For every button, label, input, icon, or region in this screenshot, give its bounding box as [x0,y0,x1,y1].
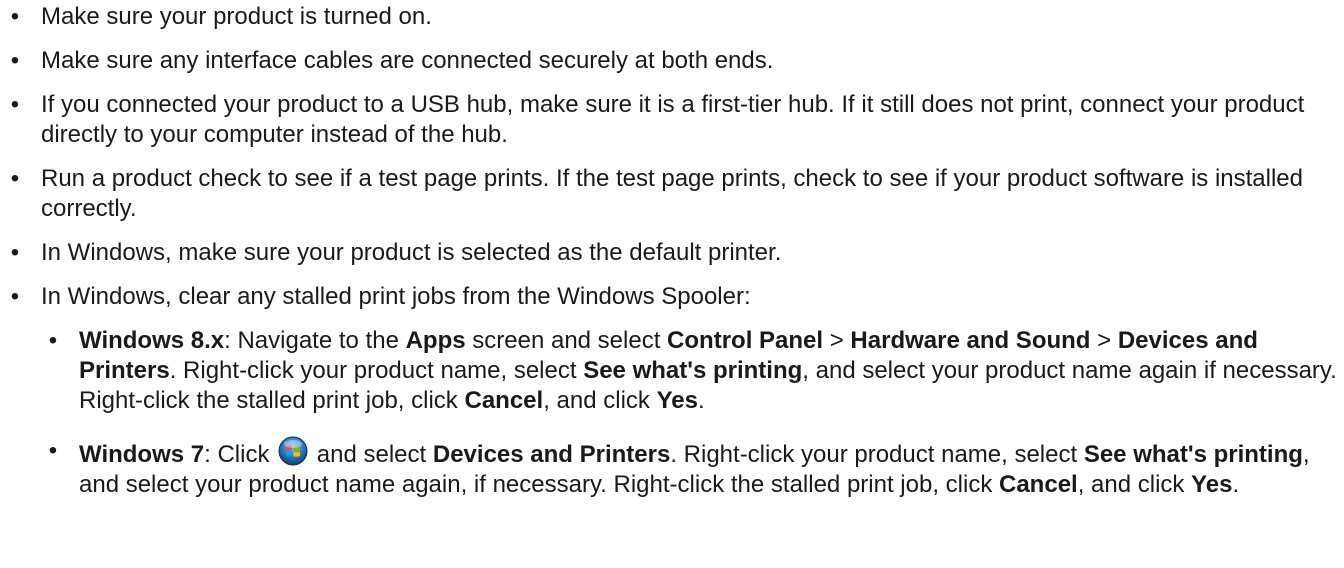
troubleshooting-list: • Make sure your product is turned on. •… [0,2,1344,500]
path-separator: > [823,327,851,354]
list-item-text: In Windows, clear any stalled print jobs… [41,283,751,310]
text-run: . Right-click your product name, select [169,357,584,384]
list-item: • If you connected your product to a USB… [0,90,1344,150]
text-run: , and click [1077,471,1192,498]
cancel-label: Cancel [464,387,544,414]
list-item: • In Windows, make sure your product is … [0,238,1344,268]
sublist-item-windows-8: • Windows 8.x: Navigate to the Apps scre… [41,326,1344,416]
text-run: . [697,387,705,414]
bullet: • [10,3,20,30]
os-label: Windows 7 [79,441,205,468]
cancel-label: Cancel [999,471,1078,498]
bullet: • [10,91,20,118]
yes-label: Yes [1191,471,1233,498]
os-label: Windows 8.x [79,327,225,354]
sublist-item-windows-7: • Windows 7: Click and select Devices an… [41,436,1344,500]
control-panel-label: Control Panel [667,327,824,354]
text-run: : Click [204,441,277,468]
windows-start-orb-icon [278,436,308,466]
list-item-text: Run a product check to see if a test pag… [41,165,1304,222]
list-item: • Make sure any interface cables are con… [0,46,1344,76]
see-printing-label: See what's printing [583,357,803,384]
bullet: • [48,437,58,464]
text-run: : Navigate to the [224,327,406,354]
text-run: . Right-click your product name, select [670,441,1084,468]
see-printing-label: See what's printing [1083,441,1303,468]
bullet: • [10,283,20,310]
list-item-text: Make sure any interface cables are conne… [41,47,774,74]
text-run: . [1232,471,1240,498]
list-item: • Make sure your product is turned on. [0,2,1344,32]
list-item-text: If you connected your product to a USB h… [41,91,1305,148]
path-separator: > [1090,327,1118,354]
devices-printers-label: Devices and Printers [432,441,671,468]
bullet: • [48,327,58,354]
bullet: • [10,239,20,266]
bullet: • [10,165,20,192]
text-run: , and click [543,387,657,414]
apps-label: Apps [405,327,466,354]
list-item: • Run a product check to see if a test p… [0,164,1344,224]
yes-label: Yes [656,387,698,414]
list-item: • In Windows, clear any stalled print jo… [0,282,1344,500]
spooler-sublist: • Windows 8.x: Navigate to the Apps scre… [41,326,1344,500]
list-item-text: Make sure your product is turned on. [41,3,432,30]
bullet: • [10,47,20,74]
hardware-sound-label: Hardware and Sound [850,327,1091,354]
document-body: • Make sure your product is turned on. •… [0,0,1344,500]
text-run: and select [310,441,433,468]
text-run: screen and select [465,327,668,354]
list-item-text: In Windows, make sure your product is se… [41,239,782,266]
